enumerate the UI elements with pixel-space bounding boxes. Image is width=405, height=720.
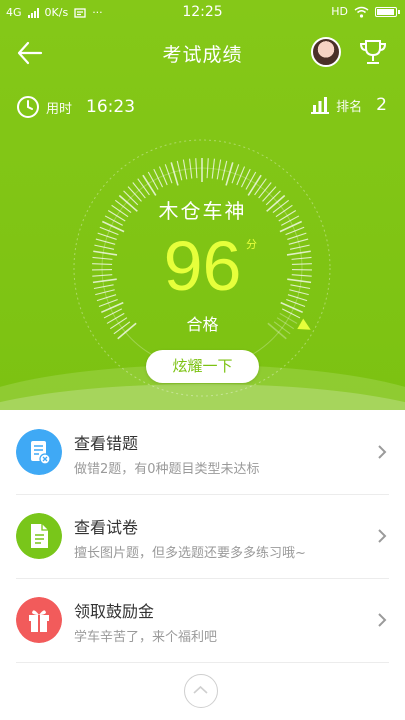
status-bar: 4G 0K/s ··· 12:25 HD bbox=[0, 0, 405, 26]
rank-label: 排名 bbox=[336, 99, 363, 115]
list-item-title: 查看错题 bbox=[74, 434, 139, 453]
chevron-right-icon bbox=[378, 445, 387, 459]
page-title: 考试成绩 bbox=[162, 44, 243, 66]
list-item-title: 查看试卷 bbox=[74, 518, 139, 537]
list-item-exam-paper[interactable]: 查看试卷 擅长图片题，但多选题还要多多练习哦~ bbox=[0, 494, 405, 578]
user-avatar[interactable] bbox=[311, 37, 341, 67]
time-used: 用时 16:23 bbox=[16, 95, 135, 119]
list-item-subtitle: 擅长图片题，但多选题还要多多练习哦~ bbox=[74, 546, 306, 561]
list-item-wrong-questions[interactable]: 查看错题 做错2题，有0种题目类型未达标 bbox=[0, 410, 405, 494]
exam-paper-icon bbox=[16, 513, 62, 559]
wrong-questions-icon bbox=[16, 429, 62, 475]
wifi-icon bbox=[354, 6, 369, 18]
gauge-tick bbox=[206, 158, 209, 179]
trophy-icon[interactable] bbox=[357, 36, 389, 68]
clock-icon bbox=[17, 96, 39, 118]
result-header: 4G 0K/s ··· 12:25 HD 考试成绩 用时 16:23 排名 2 bbox=[0, 0, 405, 410]
driver-title: 木仓车神 bbox=[158, 199, 247, 223]
action-list: 查看错题 做错2题，有0种题目类型未达标 查看试卷 擅长图片题，但多选题还要多多… bbox=[0, 410, 405, 663]
chevron-right-icon bbox=[378, 529, 387, 543]
time-used-value: 16:23 bbox=[86, 97, 136, 117]
list-item-subtitle: 学车辛苦了，来个福利吧 bbox=[74, 630, 218, 645]
gauge-tick bbox=[164, 164, 173, 184]
chevron-right-icon bbox=[378, 613, 387, 627]
share-button[interactable]: 炫耀一下 bbox=[146, 350, 259, 383]
exam-result: 合格 bbox=[186, 315, 219, 334]
score-unit: 分 bbox=[246, 238, 257, 251]
list-item-title: 领取鼓励金 bbox=[74, 602, 155, 621]
exam-score: 96 bbox=[163, 227, 242, 305]
ranking: 排名 2 bbox=[310, 95, 387, 115]
rank-value: 2 bbox=[376, 95, 387, 115]
gauge-tick bbox=[254, 178, 267, 196]
gauge-tick bbox=[195, 158, 198, 179]
bar-chart-icon bbox=[311, 97, 330, 114]
hd-label: HD bbox=[331, 5, 348, 18]
gauge-tick bbox=[225, 162, 234, 186]
chevron-up-icon bbox=[193, 685, 208, 694]
list-item-subtitle: 做错2题，有0种题目类型未达标 bbox=[74, 462, 260, 477]
gauge-tick bbox=[170, 162, 179, 186]
time-used-label: 用时 bbox=[46, 101, 73, 117]
gauge-tick bbox=[231, 164, 240, 184]
battery-icon bbox=[375, 6, 400, 17]
divider bbox=[16, 662, 389, 663]
gauge-tick bbox=[137, 178, 150, 196]
gift-icon bbox=[16, 597, 62, 643]
navigation-bar: 考试成绩 bbox=[0, 28, 405, 78]
list-item-reward[interactable]: 领取鼓励金 学车辛苦了，来个福利吧 bbox=[0, 578, 405, 662]
scroll-up-button[interactable] bbox=[184, 674, 218, 708]
